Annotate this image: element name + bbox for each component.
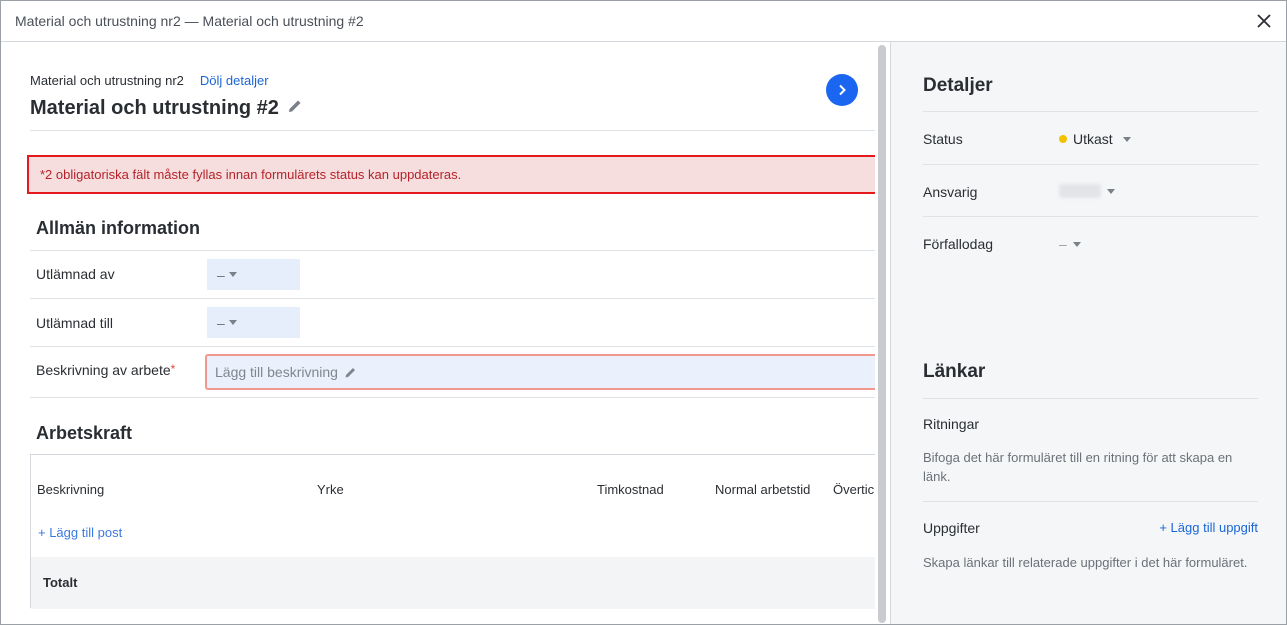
field-label-issued-to: Utlämnad till [36, 315, 114, 331]
status-value: Utkast [1073, 131, 1113, 147]
form-main-panel: Material och utrustning nr2 Dölj detalje… [1, 42, 875, 624]
due-date-label: Förfallodag [923, 236, 994, 252]
scrollbar-thumb[interactable] [878, 45, 886, 623]
breadcrumb-form-type: Material och utrustning nr2 [30, 73, 184, 88]
tasks-label: Uppgifter [923, 520, 980, 536]
next-form-button[interactable] [826, 74, 858, 106]
column-header-overtime: Övertic [833, 482, 875, 497]
chevron-right-icon [839, 84, 846, 96]
total-label: Totalt [43, 575, 78, 590]
responsible-dropdown[interactable] [1059, 184, 1115, 198]
column-header-normal-hours: Normal arbetstid [715, 482, 811, 497]
breadcrumb: Material och utrustning nr2 Dölj detalje… [30, 73, 269, 88]
work-description-placeholder: Lägg till beskrivning [215, 364, 338, 380]
divider [30, 130, 875, 131]
pencil-icon [345, 367, 355, 377]
work-description-label-text: Beskrivning av arbete [36, 362, 171, 378]
form-title-text: Material och utrustning #2 [30, 97, 279, 119]
status-dropdown[interactable]: Utkast [1059, 131, 1131, 147]
hide-details-link[interactable]: Dölj detaljer [200, 73, 269, 88]
caret-down-icon [1072, 241, 1081, 247]
responsible-label: Ansvarig [923, 184, 978, 200]
divider [30, 397, 875, 398]
work-description-input[interactable]: Lägg till beskrivning [205, 354, 875, 390]
window-title: Material och utrustning nr2 — Material o… [15, 13, 364, 29]
title-bar: Material och utrustning nr2 — Material o… [1, 1, 1286, 42]
divider [923, 111, 1258, 112]
caret-down-icon [228, 272, 237, 277]
caret-down-icon [1107, 188, 1115, 194]
divider [30, 346, 875, 347]
column-header-trade: Yrke [317, 482, 344, 497]
field-label-issued-by: Utlämnad av [36, 266, 115, 282]
drawings-help-text: Bifoga det här formuläret till en ritnin… [923, 450, 1233, 484]
status-dot-icon [1059, 135, 1067, 143]
column-header-hourly-cost: Timkostnad [597, 482, 664, 497]
tasks-help-text: Skapa länkar till relaterade uppgifter i… [923, 555, 1248, 570]
caret-down-icon [228, 320, 237, 325]
issued-by-dropdown[interactable]: – [207, 259, 300, 290]
field-label-work-description: Beskrivning av arbete* [36, 362, 175, 378]
pencil-icon [288, 100, 301, 112]
details-sidebar: Detaljer Status Utkast Ansvarig Förfallo… [890, 42, 1286, 624]
add-task-link[interactable]: + Lägg till uppgift [1159, 520, 1258, 535]
issued-to-dropdown[interactable]: – [207, 307, 300, 338]
due-date-dropdown[interactable]: – [1059, 236, 1081, 252]
issued-to-value: – [217, 314, 225, 331]
divider [923, 398, 1258, 399]
responsible-value-redacted [1059, 184, 1101, 198]
caret-down-icon [1122, 136, 1131, 142]
details-title: Detaljer [923, 75, 993, 96]
modal-window: Material och utrustning nr2 — Material o… [0, 0, 1287, 625]
drawings-label: Ritningar [923, 416, 980, 432]
page-title: Material och utrustning #2 [30, 97, 303, 120]
close-icon [1257, 14, 1271, 28]
status-label: Status [923, 131, 963, 147]
divider [30, 250, 875, 251]
labor-table: Beskrivning Yrke Timkostnad Normal arbet… [30, 454, 875, 609]
required-mark: * [170, 362, 176, 376]
section-title-labor: Arbetskraft [36, 423, 133, 443]
column-header-description: Beskrivning [37, 482, 105, 497]
table-total-row: Totalt [31, 557, 875, 609]
divider [923, 164, 1258, 165]
required-fields-alert: *2 obligatoriska fält måste fyllas innan… [27, 155, 875, 194]
add-post-button[interactable]: + Lägg till post [38, 525, 122, 540]
links-title: Länkar [923, 361, 986, 382]
issued-by-value: – [217, 266, 225, 283]
divider [923, 501, 1258, 502]
divider [30, 298, 875, 299]
section-title-general: Allmän information [36, 218, 201, 238]
divider [923, 216, 1258, 217]
close-button[interactable] [1254, 11, 1274, 31]
due-date-value: – [1059, 236, 1067, 252]
edit-title-button[interactable] [287, 97, 303, 120]
main-scrollbar[interactable] [875, 42, 889, 624]
